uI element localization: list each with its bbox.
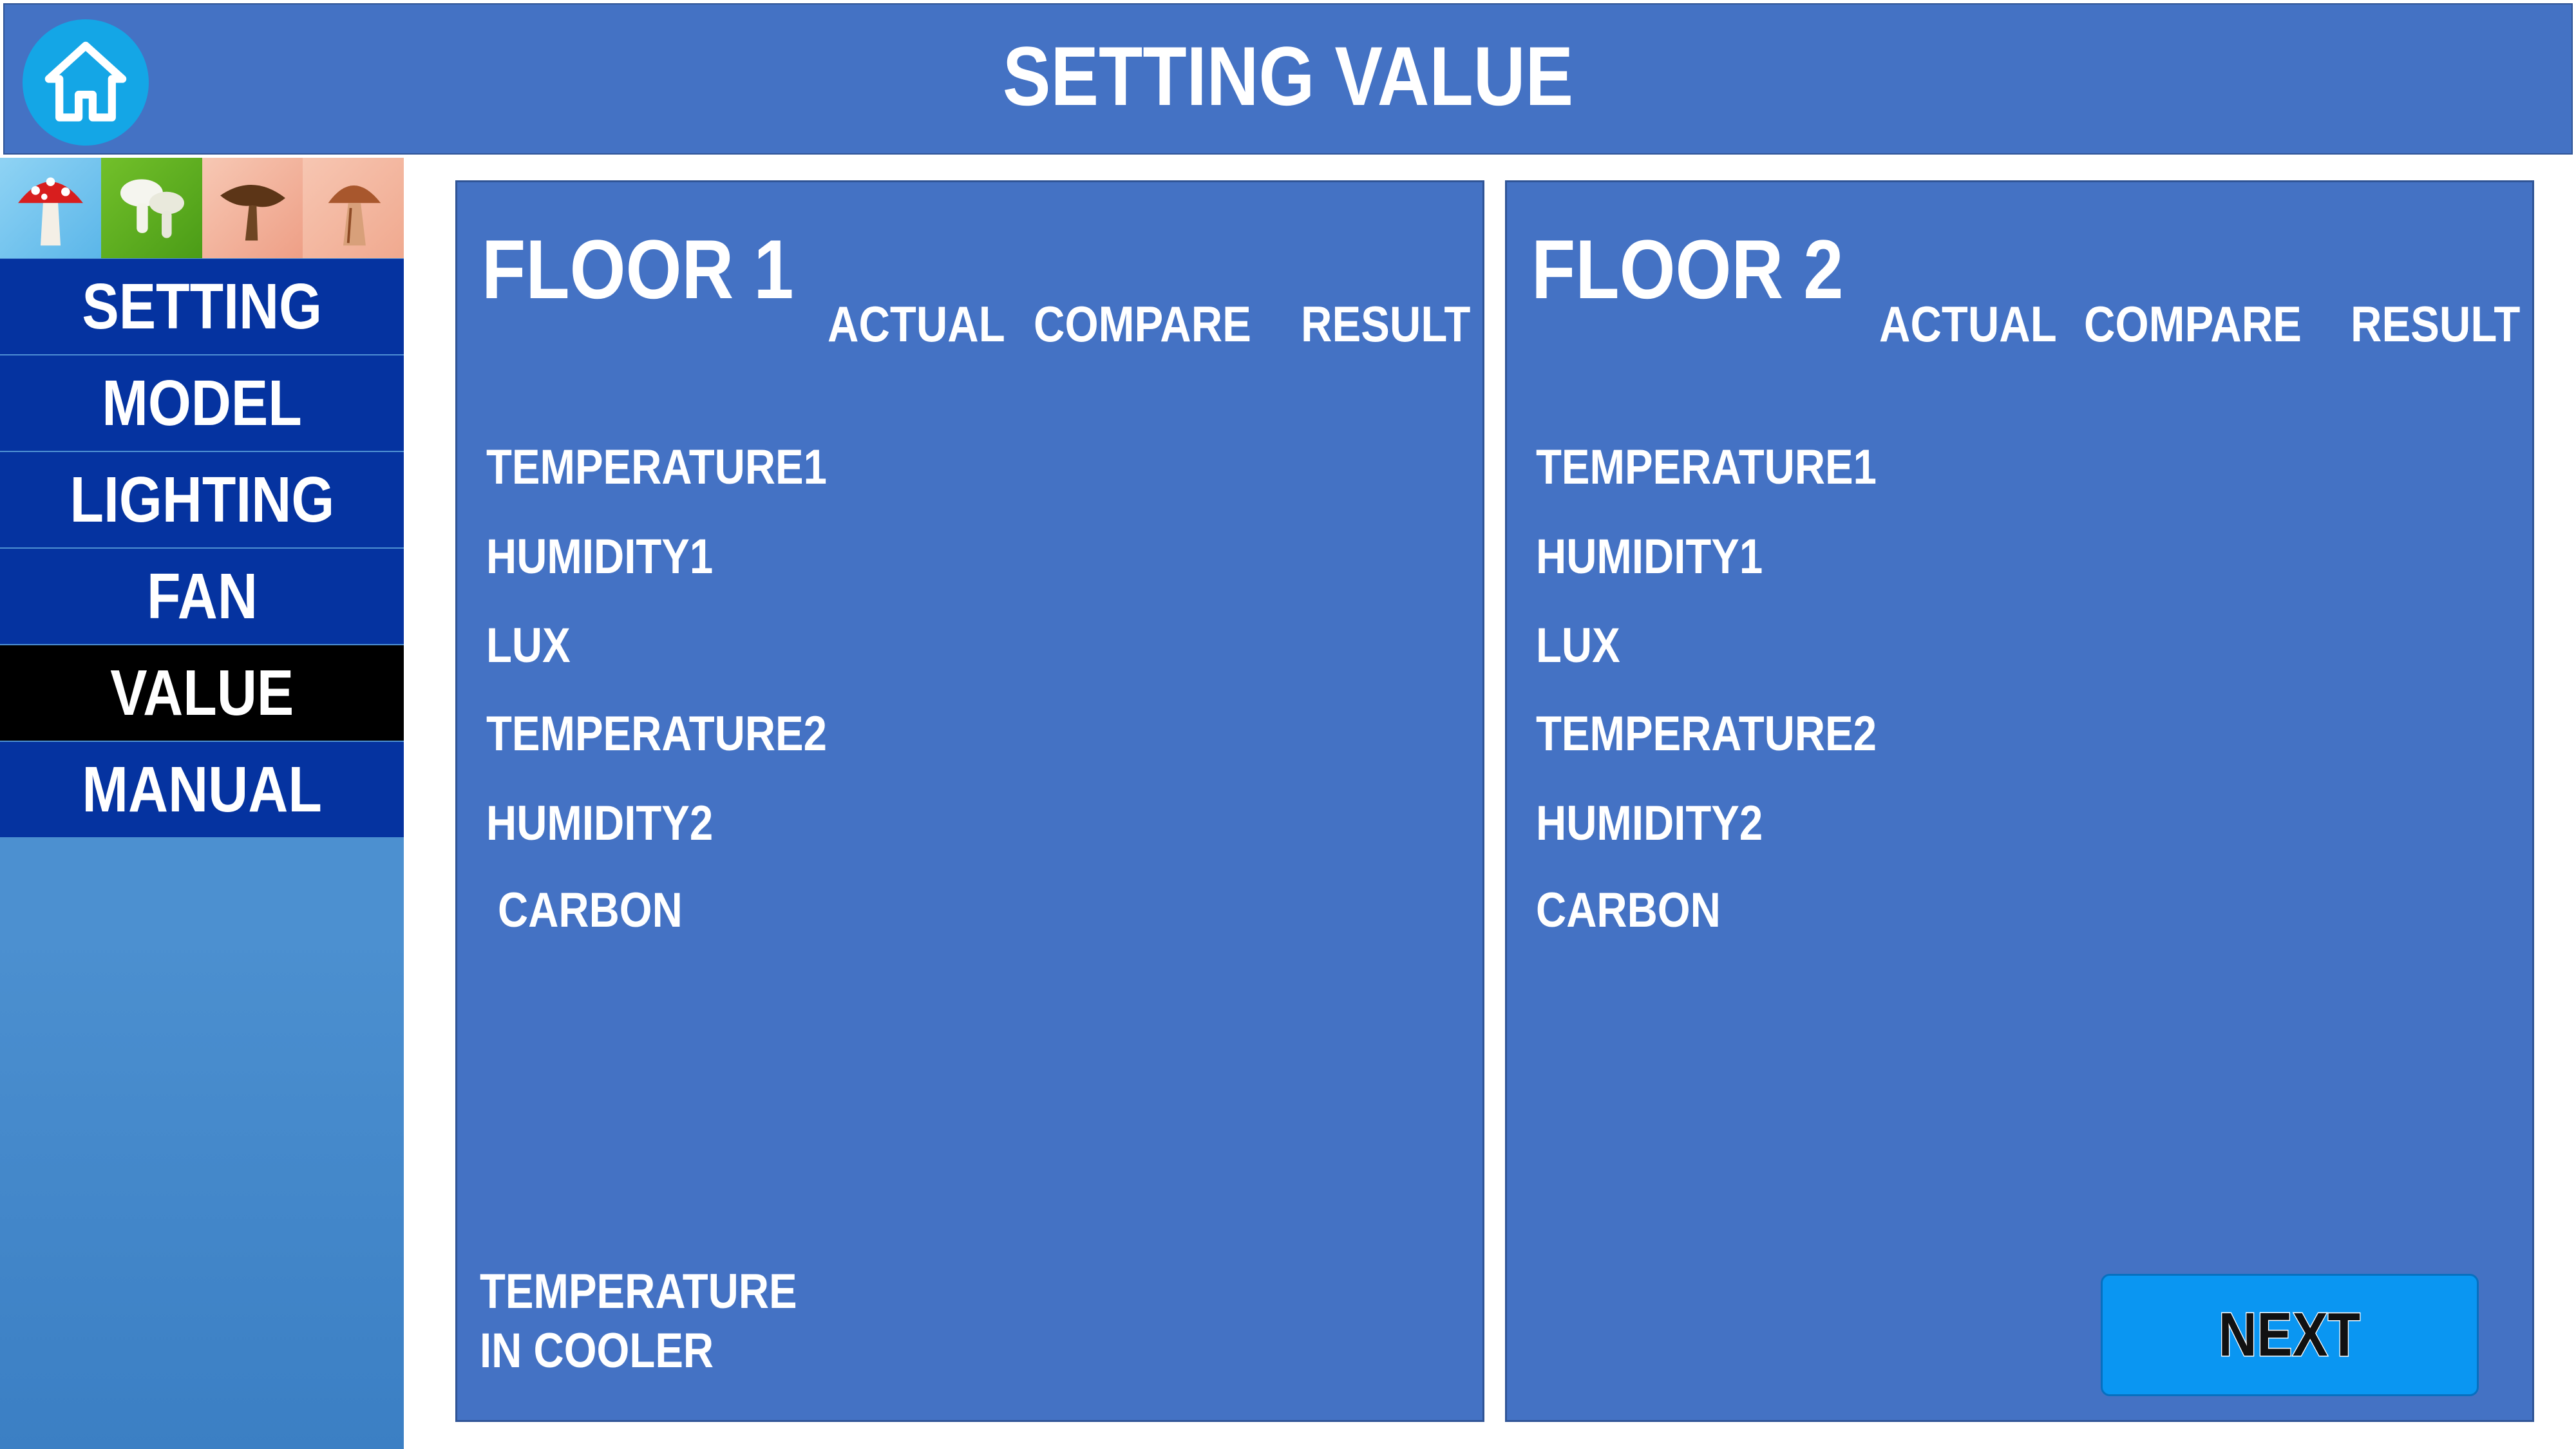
floor-title: FLOOR 1 — [482, 222, 794, 316]
home-icon — [44, 41, 127, 122]
menu-label: VALUE — [109, 657, 294, 729]
menu-label: MANUAL — [82, 753, 322, 826]
row-label-temperature1: TEMPERATURE1 — [486, 440, 827, 495]
menu-label: FAN — [146, 560, 258, 632]
cap-mushroom-icon — [303, 158, 404, 258]
cooler-label-line: IN COOLER — [480, 1323, 714, 1378]
home-button[interactable] — [23, 19, 149, 146]
row-label-humidity2: HUMIDITY2 — [1536, 796, 1763, 851]
header-bar: SETTING VALUE — [3, 3, 2573, 155]
menu-label: SETTING — [82, 270, 322, 343]
row-label-carbon: CARBON — [498, 883, 683, 938]
row-label-humidity2: HUMIDITY2 — [486, 796, 714, 851]
floor-1-panel: FLOOR 1 ACTUAL COMPARE RESULT TEMPERATUR… — [455, 180, 1484, 1422]
next-button-label: NEXT — [2218, 1300, 2362, 1370]
menu-item-lighting[interactable]: LIGHTING — [0, 452, 404, 547]
row-label-lux: LUX — [1536, 618, 1620, 673]
column-header-compare: COMPARE — [2084, 296, 2302, 352]
column-header-actual: ACTUAL — [1879, 296, 2057, 352]
cooler-temperature-label: TEMPERATURE IN COOLER — [480, 1262, 797, 1381]
white-mushroom-icon — [100, 158, 202, 258]
mushroom-tiles — [0, 158, 404, 258]
column-header-result: RESULT — [1301, 296, 1471, 352]
row-label-carbon: CARBON — [1536, 883, 1721, 938]
row-label-temperature1: TEMPERATURE1 — [1536, 440, 1877, 495]
cooler-label-line: TEMPERATURE — [480, 1264, 797, 1319]
page-title: SETTING VALUE — [1002, 29, 1574, 123]
sidebar-menu: SETTING MODEL LIGHTING FAN VALUE MANUAL — [0, 259, 404, 838]
row-label-humidity1: HUMIDITY1 — [1536, 529, 1763, 584]
menu-item-manual[interactable]: MANUAL — [0, 742, 404, 837]
column-header-result: RESULT — [2351, 296, 2521, 352]
floor-2-panel: FLOOR 2 ACTUAL COMPARE RESULT TEMPERATUR… — [1505, 180, 2534, 1422]
menu-item-fan[interactable]: FAN — [0, 549, 404, 644]
menu-item-value[interactable]: VALUE — [0, 645, 404, 741]
column-header-actual: ACTUAL — [828, 296, 1005, 352]
row-label-temperature2: TEMPERATURE2 — [486, 706, 827, 761]
row-label-temperature2: TEMPERATURE2 — [1536, 706, 1877, 761]
menu-item-setting[interactable]: SETTING — [0, 259, 404, 354]
menu-label: LIGHTING — [70, 464, 334, 536]
column-header-compare: COMPARE — [1034, 296, 1251, 352]
sidebar: SETTING MODEL LIGHTING FAN VALUE MANUAL — [0, 158, 404, 1449]
brown-mushroom-icon — [202, 158, 303, 258]
floor-title: FLOOR 2 — [1531, 222, 1844, 316]
row-label-lux: LUX — [486, 618, 571, 673]
menu-item-model[interactable]: MODEL — [0, 355, 404, 451]
red-mushroom-icon — [0, 158, 101, 258]
row-label-humidity1: HUMIDITY1 — [486, 529, 714, 584]
menu-label: MODEL — [102, 367, 302, 439]
next-button[interactable]: NEXT — [2101, 1274, 2479, 1396]
